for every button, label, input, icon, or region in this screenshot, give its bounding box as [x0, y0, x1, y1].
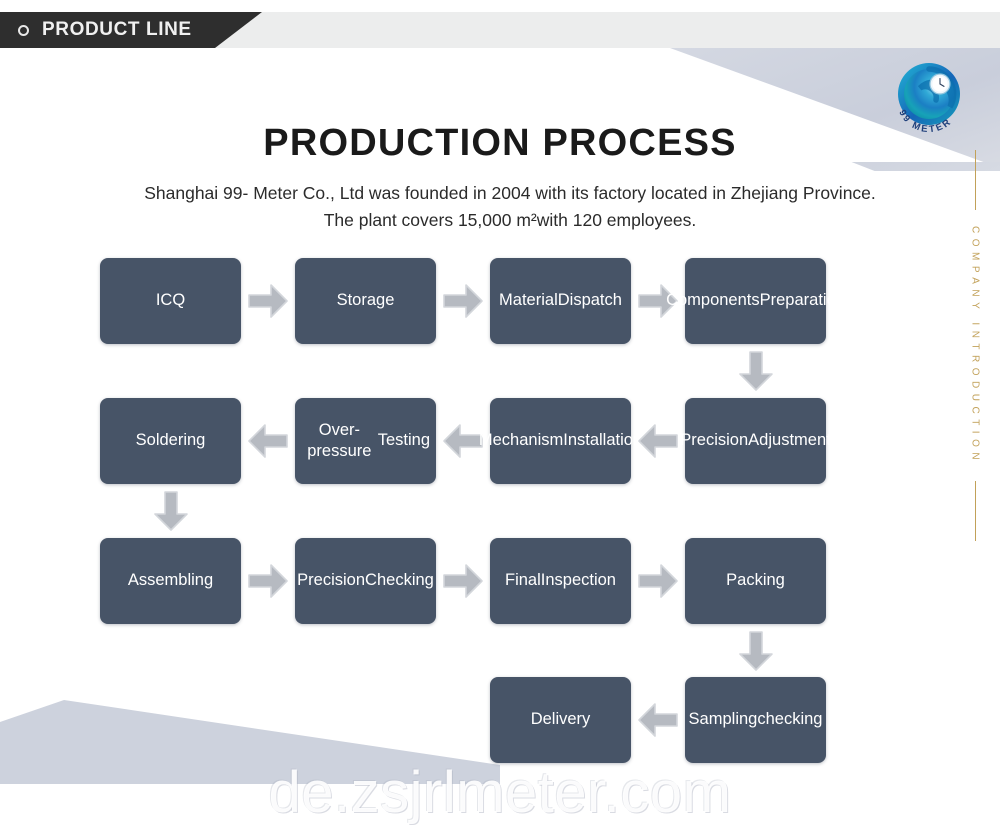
process-node-material-dispatch[interactable]: Material Dispatch: [490, 258, 631, 344]
arrow-left-icon: [637, 423, 679, 459]
process-node-delivery[interactable]: Delivery: [490, 677, 631, 763]
process-node-label-line-1: Mechanism: [478, 431, 564, 450]
arrow-right-icon: [442, 283, 484, 319]
arrow-down-icon: [153, 490, 189, 532]
page-title: PRODUCTION PROCESS: [263, 122, 737, 164]
arrow-right-icon: [442, 563, 484, 599]
process-node-label-line-2: Installation: [563, 431, 643, 450]
process-node-final-inspection[interactable]: Final Inspection: [490, 538, 631, 624]
site-watermark: de.zsjrlmeter.com: [268, 760, 732, 825]
arrow-right-icon: [637, 563, 679, 599]
process-node-label-line-2: Testing: [377, 431, 430, 450]
arrow-down-icon: [738, 350, 774, 392]
intro-line-1: Shanghai 99- Meter Co., Ltd was founded …: [144, 183, 798, 203]
process-node-label: Packing: [726, 571, 785, 590]
process-node-sampling-checking[interactable]: Sampling checking: [685, 677, 826, 763]
process-node-label-line-2: Preparation: [759, 291, 845, 310]
process-node-label: ICQ: [155, 291, 186, 310]
side-rule-bottom: [974, 481, 976, 542]
process-node-label-line-1: Precision: [297, 571, 366, 590]
arrow-right-icon: [247, 563, 289, 599]
process-node-label: Soldering: [135, 431, 206, 450]
process-node-label-line-1: Over-pressure: [307, 420, 372, 460]
process-node-label-line-2: Adjustment: [748, 431, 831, 450]
process-node-label-line-2: checking: [757, 710, 823, 729]
intro-paragraph: Shanghai 99- Meter Co., Ltd was founded …: [140, 180, 880, 234]
process-node-label-line-2: Checking: [365, 571, 434, 590]
process-node-precision-checking[interactable]: Precision Checking: [295, 538, 436, 624]
process-node-components-preparation[interactable]: Components Preparation: [666, 258, 845, 344]
product-line-label: PRODUCT LINE: [42, 19, 192, 40]
process-node-label-line-1: Precision: [680, 431, 749, 450]
arrow-left-icon: [247, 423, 289, 459]
side-label-text: COMPANY INTRODUCTION: [969, 226, 981, 466]
process-node-label-line-2: Dispatch: [557, 291, 622, 310]
process-node-label: Assembling: [127, 571, 214, 590]
process-node-label-line-2: Inspection: [540, 571, 616, 590]
arrow-right-icon: [247, 283, 289, 319]
process-node-precision-adjustment[interactable]: Precision Adjustment: [680, 398, 831, 484]
process-node-label-line-1: Sampling: [688, 710, 758, 729]
process-node-label-line-1: Final: [505, 571, 541, 590]
arrow-down-icon: [738, 630, 774, 672]
process-node-packing[interactable]: Packing: [685, 538, 826, 624]
process-node-icq[interactable]: ICQ: [100, 258, 241, 344]
company-introduction-side-label: COMPANY INTRODUCTION: [958, 150, 992, 542]
decorative-polygon-bottom-left: [0, 700, 500, 784]
process-node-assembling[interactable]: Assembling: [100, 538, 241, 624]
process-node-over-pressure-testing[interactable]: Over-pressure Testing: [295, 398, 436, 484]
circle-outline-icon: [18, 24, 29, 36]
process-node-label-line-1: Components: [666, 291, 760, 310]
process-node-soldering[interactable]: Soldering: [100, 398, 241, 484]
process-node-mechanism-installation[interactable]: Mechanism Installation: [479, 398, 642, 484]
process-node-storage[interactable]: Storage: [295, 258, 436, 344]
process-node-label-line-1: Material: [499, 291, 558, 310]
process-node-label: Delivery: [530, 710, 591, 729]
arrow-left-icon: [442, 423, 484, 459]
decorative-polygon-bottom-left-light: [0, 724, 470, 780]
process-node-label: Storage: [336, 291, 395, 310]
arrow-left-icon: [637, 702, 679, 738]
